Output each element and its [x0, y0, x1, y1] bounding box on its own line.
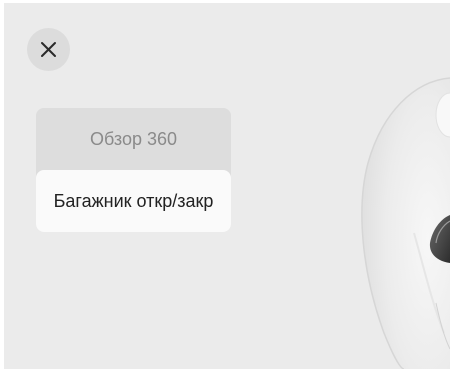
app-screen: Обзор 360 Багажник откр/закр — [4, 3, 450, 369]
menu-item-trunk-toggle[interactable]: Багажник откр/закр — [36, 170, 231, 232]
close-icon — [40, 41, 57, 58]
menu-item-360-view[interactable]: Обзор 360 — [36, 108, 231, 170]
menu-item-label: Обзор 360 — [89, 129, 178, 149]
close-button[interactable] — [27, 28, 70, 71]
menu-item-label: Багажник откр/закр — [53, 191, 214, 211]
car-3d-view[interactable] — [304, 3, 450, 369]
view-mode-menu: Обзор 360 Багажник откр/закр — [36, 108, 231, 232]
